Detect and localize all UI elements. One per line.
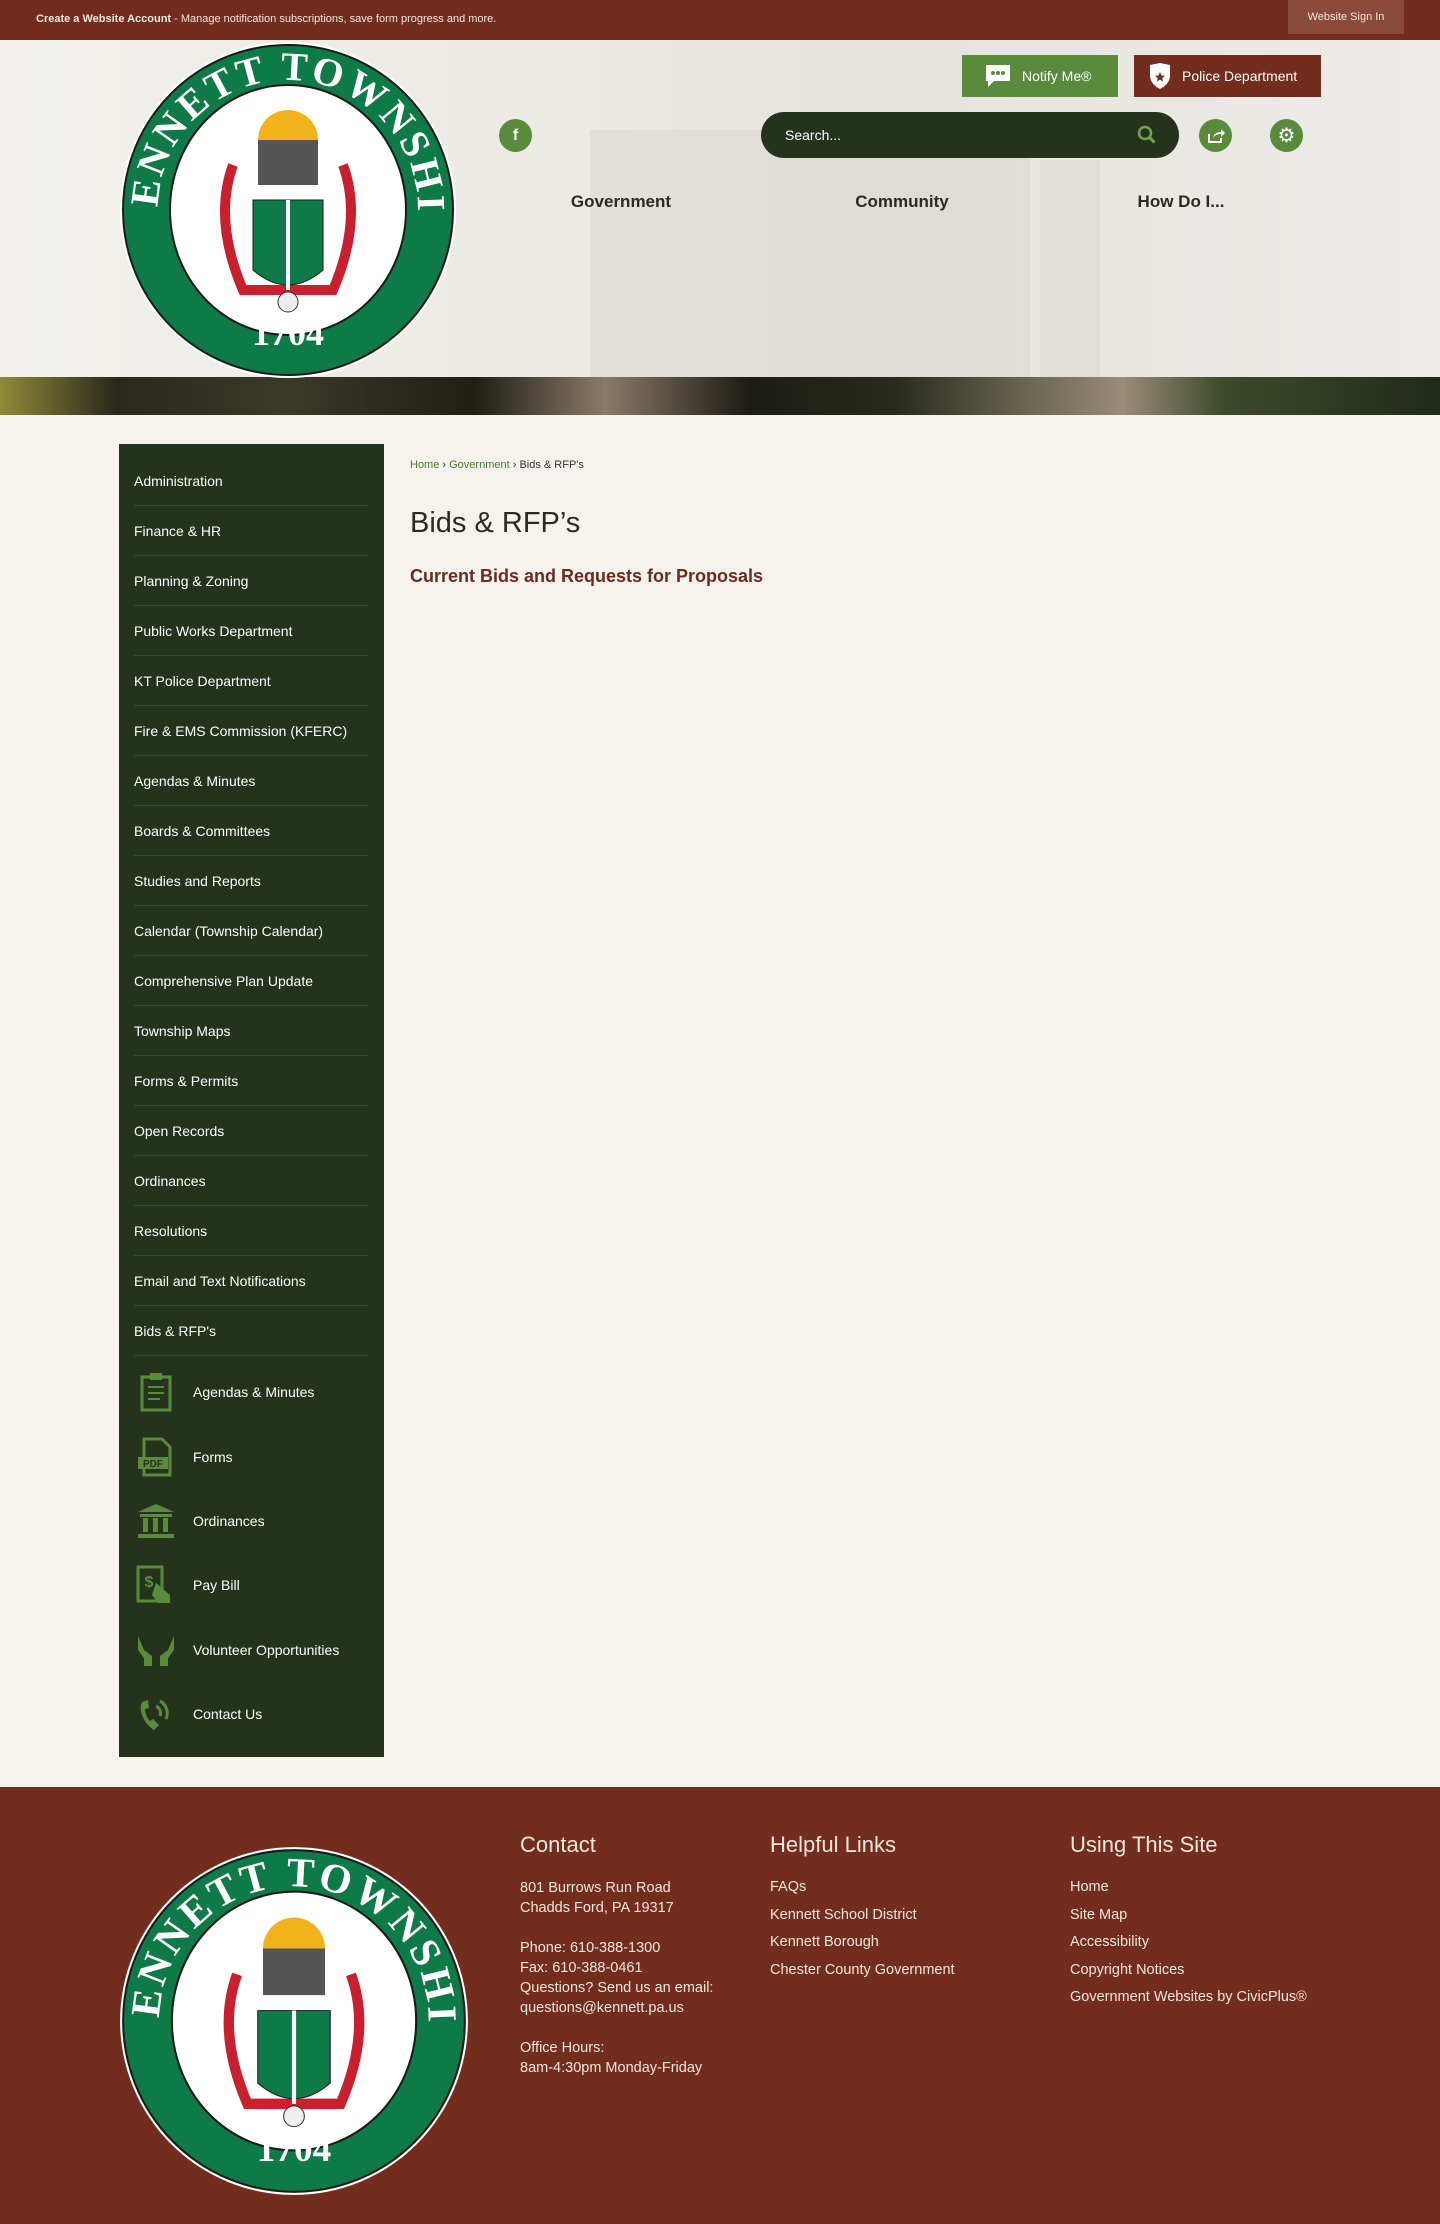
footer-contact: Contact 801 Burrows Run Road Chadds Ford… — [520, 1832, 713, 2078]
quick-link-label: Contact Us — [193, 1706, 263, 1723]
sidebar-item-bids-rfp-s[interactable]: Bids & RFP's — [134, 1306, 368, 1356]
sidebar-item-township-maps[interactable]: Township Maps — [134, 1006, 368, 1056]
phone-icon — [134, 1692, 178, 1736]
quick-link-contact-us[interactable]: Contact Us — [119, 1682, 384, 1746]
email-link[interactable]: questions@kennett.pa.us — [520, 1998, 713, 2018]
pay-bill-icon: $ — [134, 1563, 178, 1607]
nav-community[interactable]: Community — [855, 192, 949, 212]
sidebar-menu: Administration Finance & HR Planning & Zon… — [119, 456, 384, 1356]
sidebar-item-boards-committees[interactable]: Boards & Committees — [134, 806, 368, 856]
footer-link-accessibility[interactable]: Accessibility — [1070, 1929, 1307, 1957]
township-seal-logo[interactable]: KENNETT TOWNSHIP 1704 — [118, 40, 458, 380]
using-this-site-heading: Using This Site — [1070, 1832, 1218, 1857]
quick-link-label: Pay Bill — [193, 1577, 240, 1594]
sidebar-item-administration[interactable]: Administration — [134, 456, 368, 506]
search-bar — [761, 112, 1179, 158]
footer-seal-logo[interactable]: KENNETT TOWNSHIP 1704 — [118, 1845, 470, 2197]
nav-government[interactable]: Government — [571, 192, 671, 212]
quick-link-ordinances[interactable]: Ordinances — [119, 1489, 384, 1553]
search-icon[interactable] — [1137, 125, 1157, 145]
notify-me-label: Notify Me® — [1022, 68, 1092, 84]
background-pillar — [1040, 160, 1100, 380]
pdf-icon: PDF — [134, 1435, 178, 1479]
footer-link-kennett-school-district[interactable]: Kennett School District — [770, 1902, 955, 1930]
footer-link-kennett-borough[interactable]: Kennett Borough — [770, 1929, 955, 1957]
sidebar-item-ordinances[interactable]: Ordinances — [134, 1156, 368, 1206]
police-department-label: Police Department — [1182, 68, 1298, 84]
quick-link-forms[interactable]: PDF Forms — [119, 1424, 384, 1488]
svg-text:1704: 1704 — [252, 313, 324, 353]
sidebar-item-studies-and-reports[interactable]: Studies and Reports — [134, 856, 368, 906]
footer-link-chester-county-government[interactable]: Chester County Government — [770, 1957, 955, 1985]
hours-label: Office Hours: — [520, 2040, 605, 2056]
create-account-message: Create a Website Account - Manage notifi… — [36, 13, 496, 25]
quick-link-volunteer-opportunities[interactable]: Volunteer Opportunities — [119, 1618, 384, 1682]
fax: Fax: 610-388-0461 — [520, 1960, 643, 1976]
address-line-1: 801 Burrows Run Road — [520, 1880, 671, 1896]
hands-icon — [134, 1628, 178, 1672]
breadcrumb-government[interactable]: Government — [449, 459, 510, 471]
quick-link-label: Volunteer Opportunities — [193, 1641, 340, 1658]
sidebar-item-calendar-township-calendar[interactable]: Calendar (Township Calendar) — [134, 906, 368, 956]
breadcrumb-current: Bids & RFP's — [519, 459, 584, 471]
page-subtitle: Current Bids and Requests for Proposals — [410, 566, 764, 586]
svg-text:PDF: PDF — [143, 1459, 163, 1470]
sidebar-item-email-and-text-notifications[interactable]: Email and Text Notifications — [134, 1256, 368, 1306]
contact-heading: Contact — [520, 1832, 596, 1857]
background-sign — [590, 130, 1030, 380]
quick-link-label: Ordinances — [193, 1512, 265, 1529]
email-prompt: Questions? Send us an email: — [520, 1980, 714, 1996]
sidebar-item-agendas-minutes[interactable]: Agendas & Minutes — [134, 756, 368, 806]
nav-how-do-i[interactable]: How Do I... — [1138, 192, 1225, 212]
sidebar-item-kt-police-department[interactable]: KT Police Department — [134, 656, 368, 706]
footer-using-this-site: Using This Site Home Site Map Accessibilit… — [1070, 1832, 1307, 2012]
sidebar-item-comprehensive-plan-update[interactable]: Comprehensive Plan Update — [134, 956, 368, 1006]
website-sign-in-button[interactable]: Website Sign In — [1288, 0, 1404, 34]
create-account-link[interactable]: Create a Website Account — [36, 13, 171, 25]
sidebar-item-finance-hr[interactable]: Finance & HR — [134, 506, 368, 556]
footer: KENNETT TOWNSHIP 1704 Contact 801 Burrow… — [0, 1787, 1440, 2224]
create-account-text: - Manage notification subscriptions, sav… — [171, 13, 497, 25]
notify-me-button[interactable]: Notify Me® — [962, 55, 1118, 97]
footer-link-government-websites-by-civicplus[interactable]: Government Websites by CivicPlus® — [1070, 1984, 1307, 2012]
search-input[interactable] — [785, 127, 1137, 143]
svg-text:1704: 1704 — [257, 2129, 332, 2170]
footer-link-copyright-notices[interactable]: Copyright Notices — [1070, 1957, 1307, 1985]
sidebar-item-fire-ems-commission-kferc[interactable]: Fire & EMS Commission (KFERC) — [134, 706, 368, 756]
clipboard-icon — [134, 1370, 178, 1414]
building-icon — [134, 1499, 178, 1543]
sidebar-item-resolutions[interactable]: Resolutions — [134, 1206, 368, 1256]
police-badge-icon — [1150, 63, 1170, 89]
chat-bubble-icon — [986, 65, 1010, 87]
share-icon[interactable] — [1199, 119, 1232, 152]
svg-text:$: $ — [145, 1574, 154, 1591]
sidebar: Administration Finance & HR Planning & Zon… — [119, 444, 384, 1757]
sidebar-quick-links: Agendas & Minutes PDF Forms Ordinances $ Pay … — [119, 1360, 384, 1746]
top-bar: Create a Website Account - Manage notifi… — [0, 0, 1440, 40]
address-line-2: Chadds Ford, PA 19317 — [520, 1900, 674, 1916]
footer-link-home[interactable]: Home — [1070, 1874, 1307, 1902]
helpful-links-heading: Helpful Links — [770, 1832, 896, 1857]
breadcrumb-home[interactable]: Home — [410, 459, 439, 471]
facebook-icon[interactable]: f — [499, 119, 532, 152]
quick-link-label: Forms — [193, 1448, 233, 1465]
police-department-button[interactable]: Police Department — [1134, 55, 1321, 97]
header-photo-strip — [0, 377, 1440, 415]
footer-link-site-map[interactable]: Site Map — [1070, 1902, 1307, 1930]
sidebar-item-open-records[interactable]: Open Records — [134, 1106, 368, 1156]
quick-link-pay-bill[interactable]: $ Pay Bill — [119, 1553, 384, 1617]
sidebar-item-public-works-department[interactable]: Public Works Department — [134, 606, 368, 656]
footer-link-faqs[interactable]: FAQs — [770, 1874, 955, 1902]
quick-link-label: Agendas & Minutes — [193, 1384, 315, 1401]
footer-helpful-links: Helpful Links FAQs Kennett School Distric… — [770, 1832, 955, 1984]
sidebar-item-planning-zoning[interactable]: Planning & Zoning — [134, 556, 368, 606]
phone: Phone: 610-388-1300 — [520, 1940, 661, 1956]
page-title: Bids & RFP’s — [410, 507, 581, 539]
gear-icon[interactable]: ⚙ — [1270, 119, 1303, 152]
quick-link-agendas-minutes[interactable]: Agendas & Minutes — [119, 1360, 384, 1424]
sidebar-item-forms-permits[interactable]: Forms & Permits — [134, 1056, 368, 1106]
hours: 8am-4:30pm Monday-Friday — [520, 2060, 703, 2076]
breadcrumb: Home › Government › Bids & RFP's — [410, 459, 584, 471]
